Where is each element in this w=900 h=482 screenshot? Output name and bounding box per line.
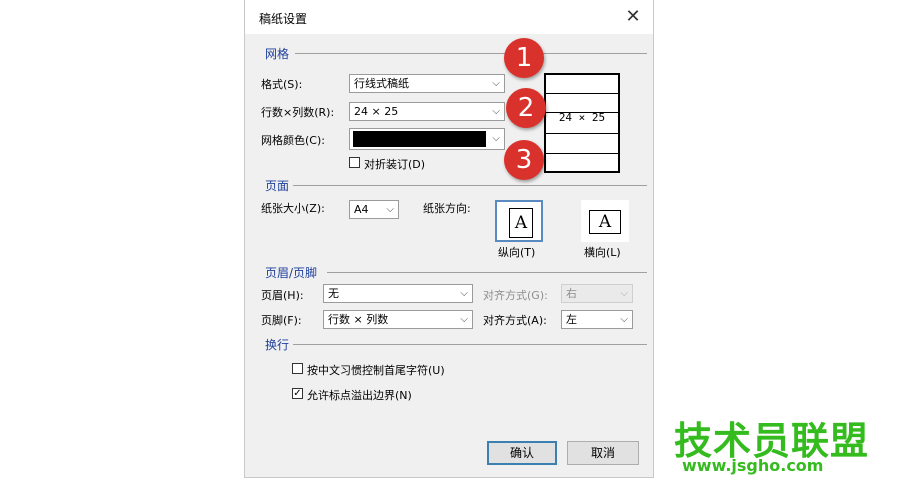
cjk-line-break-checkbox[interactable] (292, 363, 303, 374)
paper-size-value: A4 (354, 203, 369, 216)
portrait-option[interactable]: A (495, 200, 543, 242)
landscape-option[interactable]: A (581, 200, 629, 242)
rows-cols-select-value: 24 × 25 (354, 105, 399, 118)
grid-section-divider (295, 53, 647, 54)
dialog-title: 稿纸设置 (259, 12, 308, 26)
footer-align-select[interactable]: 左 ⌵ (561, 310, 633, 329)
footer-label: 页脚(F): (261, 314, 302, 327)
header-align-select[interactable]: 右 ⌵ (561, 284, 633, 303)
header-select-value: 无 (328, 287, 339, 300)
annotation-marker-3: 3 (504, 140, 544, 180)
portrait-page-icon: A (509, 208, 533, 238)
punctuation-overflow-checkbox[interactable]: ✓ (292, 388, 303, 399)
header-footer-section-title: 页眉/页脚 (265, 266, 318, 280)
footer-align-value: 左 (566, 313, 577, 326)
chevron-down-icon: ⌵ (386, 204, 394, 215)
paper-settings-dialog: 稿纸设置 ✕ 网格 格式(S): 行线式稿纸 ⌵ 行数×列数(R): 24 × … (244, 0, 654, 478)
footer-align-label: 对齐方式(A): (483, 314, 547, 327)
preview-line (546, 153, 618, 154)
cjk-line-break-label: 按中文习惯控制首尾字符(U) (307, 364, 445, 377)
punctuation-overflow-label: 允许标点溢出边界(N) (307, 389, 412, 402)
ok-button[interactable]: 确认 (487, 441, 557, 465)
chevron-down-icon: ⌵ (492, 78, 500, 89)
grid-color-label: 网格颜色(C): (261, 134, 325, 147)
chevron-down-icon: ⌵ (460, 314, 468, 325)
header-label: 页眉(H): (261, 289, 304, 302)
preview-text: 24 × 25 (558, 111, 606, 124)
orientation-label: 纸张方向: (423, 202, 471, 215)
landscape-label: 横向(L) (584, 246, 621, 259)
chevron-down-icon: ⌵ (620, 314, 628, 325)
grid-section-title: 网格 (265, 47, 290, 61)
style-select-value: 行线式稿纸 (354, 77, 409, 90)
fold-binding-checkbox[interactable] (349, 157, 360, 168)
style-select[interactable]: 行线式稿纸 ⌵ (349, 74, 505, 93)
landscape-page-icon: A (589, 210, 621, 234)
wrap-section-divider (293, 344, 647, 345)
paper-size-select[interactable]: A4 ⌵ (349, 200, 399, 219)
rows-cols-select[interactable]: 24 × 25 ⌵ (349, 102, 505, 121)
page-section-divider (293, 185, 647, 186)
grid-color-swatch (353, 131, 486, 147)
grid-color-select[interactable]: ⌵ (349, 128, 505, 150)
header-align-value: 右 (566, 287, 577, 300)
preview-line (546, 133, 618, 134)
close-icon[interactable]: ✕ (619, 4, 647, 30)
cancel-button[interactable]: 取消 (567, 441, 639, 465)
fold-binding-label: 对折装订(D) (364, 158, 426, 171)
chevron-down-icon: ⌵ (620, 288, 628, 299)
watermark-url: www.jsgho.com (682, 456, 824, 475)
style-label: 格式(S): (261, 78, 303, 91)
footer-select-value: 行数 × 列数 (328, 313, 389, 326)
header-footer-section-divider (327, 272, 647, 273)
title-bar: 稿纸设置 ✕ (245, 0, 653, 34)
paper-size-label: 纸张大小(Z): (261, 202, 325, 215)
rows-cols-label: 行数×列数(R): (261, 106, 335, 119)
grid-preview: 24 × 25 (544, 73, 620, 173)
annotation-marker-2: 2 (506, 88, 546, 128)
header-align-label: 对齐方式(G): (483, 289, 548, 302)
page-section-title: 页面 (265, 179, 290, 193)
footer-select[interactable]: 行数 × 列数 ⌵ (323, 310, 473, 329)
preview-line (546, 93, 618, 94)
chevron-down-icon: ⌵ (492, 133, 500, 144)
chevron-down-icon: ⌵ (460, 288, 468, 299)
header-select[interactable]: 无 ⌵ (323, 284, 473, 303)
annotation-marker-1: 1 (504, 38, 544, 78)
portrait-label: 纵向(T) (498, 246, 536, 259)
chevron-down-icon: ⌵ (492, 106, 500, 117)
wrap-section-title: 换行 (265, 338, 290, 352)
